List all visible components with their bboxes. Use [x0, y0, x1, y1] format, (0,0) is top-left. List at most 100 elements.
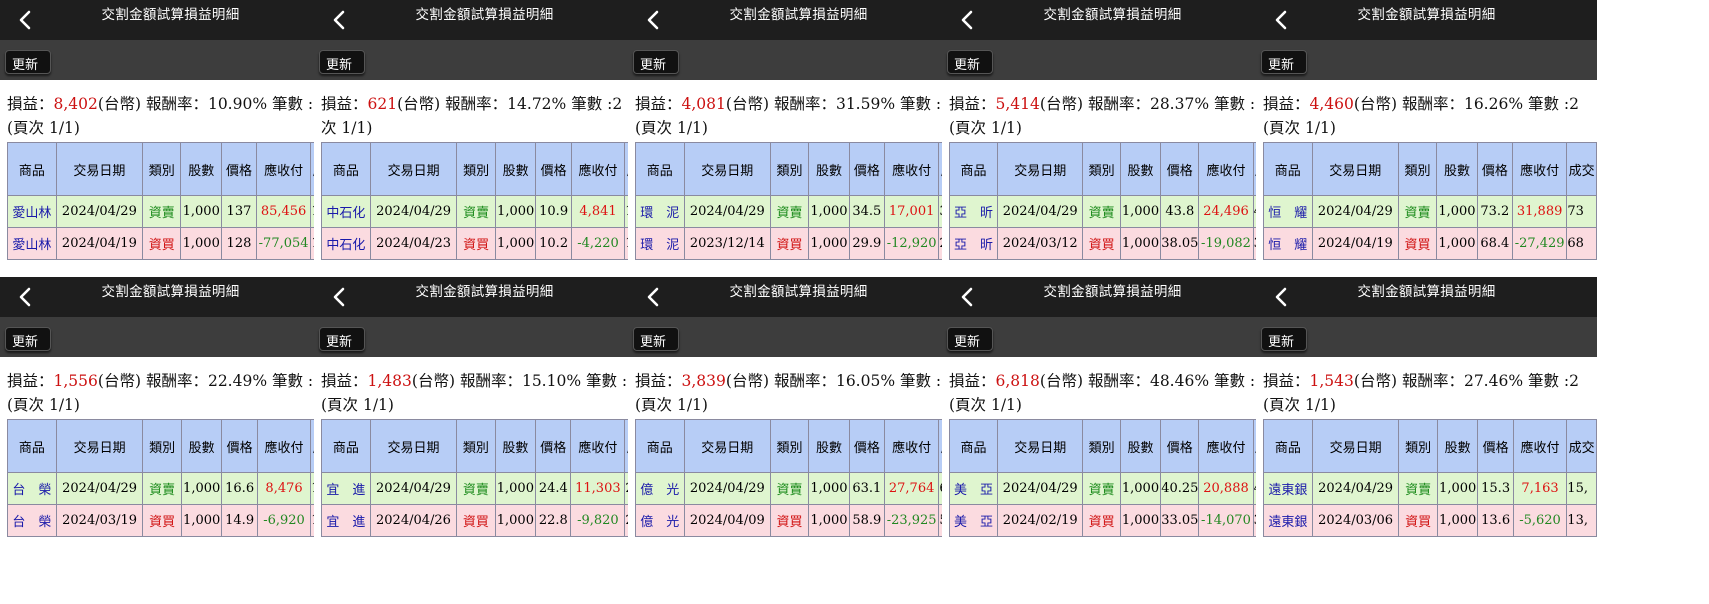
cell-type: 資賣: [456, 472, 496, 505]
column-header: 交易日期: [369, 142, 458, 196]
table-row[interactable]: 恒 耀 2024/04/29 資賣 1,000 73.2 31,889 73: [1263, 195, 1597, 228]
page-title: 交割金額試算損益明細: [1357, 7, 1496, 23]
cell-shares: 1,000: [1119, 227, 1162, 260]
cell-product[interactable]: 台 榮: [7, 504, 57, 537]
table-row[interactable]: 美 亞2024/04/29資賣1,00040.2520,88840: [949, 472, 1283, 505]
refresh-button[interactable]: 更新: [5, 327, 51, 351]
pnl-screen: 交割金額試算損益明細 更新 損益：4,081(台幣) 報酬率：31.59% 筆數…: [628, 0, 969, 300]
cell-type: 資賣: [1082, 472, 1121, 505]
table-row[interactable]: 中石化2024/04/23資買1,00010.2-4,22010.: [321, 227, 655, 260]
column-header: 類別: [456, 142, 496, 196]
table-row[interactable]: 恒 耀 2024/04/19 資買 1,000 68.4 -27,429 68: [1263, 227, 1597, 260]
cell-date: 2024/04/19: [55, 227, 144, 260]
refresh-button[interactable]: 更新: [633, 327, 679, 351]
refresh-button[interactable]: 更新: [319, 50, 365, 74]
column-header: 交易日期: [683, 142, 771, 196]
page-indicator: (頁次 1/1): [635, 396, 708, 414]
cell-type: 資買: [142, 227, 182, 260]
title-bar: 交割金額試算損益明細: [0, 277, 341, 317]
cell-amount: 85,456: [255, 195, 312, 228]
refresh-button[interactable]: 更新: [947, 50, 993, 74]
cell-date: 2024/04/29: [1311, 472, 1400, 505]
refresh-button[interactable]: 更新: [633, 50, 679, 74]
table-row[interactable]: 亞 昕2024/04/29資賣1,00043.824,49643: [949, 195, 1283, 228]
cell-product[interactable]: 遠東銀: [1263, 504, 1313, 537]
cell-product[interactable]: 遠東銀: [1263, 472, 1313, 505]
cell-date: 2024/04/29: [369, 472, 458, 505]
table-row[interactable]: 遠東銀 2024/04/29 資賣 1,000 15.3 7,163 15,: [1263, 472, 1597, 505]
refresh-button[interactable]: 更新: [947, 327, 993, 351]
refresh-button[interactable]: 更新: [319, 327, 365, 351]
toolbar: 更新: [1256, 317, 1597, 357]
table-row[interactable]: 台 榮2024/03/19資買1,00014.9-6,92014,: [7, 504, 341, 537]
cell-product[interactable]: 恒 耀: [1263, 227, 1313, 260]
cell-product[interactable]: 宜 進: [321, 504, 371, 537]
table-row[interactable]: 中石化2024/04/29資賣1,00010.94,84110,: [321, 195, 655, 228]
column-header: 價格: [848, 142, 885, 196]
table-header-row: 商品 交易日期 類別 股數 價格 應收付 成交: [635, 142, 969, 196]
column-header: 應收付: [883, 419, 940, 473]
table-row[interactable]: 愛山林2024/04/29資賣1,00013785,45613: [7, 195, 341, 228]
column-header: 商品: [321, 142, 371, 196]
table-row[interactable]: 環 泥2024/04/29資賣1,00034.517,00134: [635, 195, 969, 228]
cell-shares: 1,000: [180, 472, 223, 505]
cell-product[interactable]: 中石化: [321, 227, 371, 260]
cell-product[interactable]: 宜 進: [321, 472, 371, 505]
page-title: 交割金額試算損益明細: [101, 284, 240, 300]
cell-amount: -4,220: [570, 227, 626, 260]
rate-label: 報酬率：: [1401, 95, 1464, 113]
cell-shares: 1,000: [494, 472, 537, 505]
cell-price: 24.4: [535, 472, 572, 505]
title-bar: 交割金額試算損益明細: [628, 0, 969, 40]
cell-product[interactable]: 恒 耀: [1263, 195, 1313, 228]
column-header: 價格: [1476, 142, 1513, 196]
count-label: 筆數 :: [586, 372, 628, 390]
pnl-value: 1,543: [1309, 372, 1354, 390]
table-row[interactable]: 環 泥2023/12/14資買1,00029.9-12,92029: [635, 227, 969, 260]
cell-product[interactable]: 美 亞: [949, 504, 998, 537]
table-row[interactable]: 亞 昕2024/03/12資買1,00038.05-19,08238: [949, 227, 1283, 260]
column-header: 應收付: [1198, 419, 1254, 473]
column-header: 交易日期: [1311, 419, 1400, 473]
refresh-button[interactable]: 更新: [1261, 327, 1307, 351]
cell-date: 2024/04/26: [369, 504, 458, 537]
cell-product[interactable]: 愛山林: [7, 227, 57, 260]
cell-product[interactable]: 環 泥: [635, 227, 685, 260]
cell-product[interactable]: 台 榮: [7, 472, 57, 505]
toolbar: 更新: [1256, 40, 1597, 80]
cell-product[interactable]: 億 光: [635, 504, 685, 537]
cell-product[interactable]: 億 光: [635, 472, 685, 505]
table-row[interactable]: 宜 進2024/04/29資賣1,00024.411,30324,: [321, 472, 655, 505]
cell-amount: 24,496: [1198, 195, 1254, 228]
column-header: 價格: [1160, 142, 1200, 196]
cell-product[interactable]: 亞 昕: [949, 195, 998, 228]
cell-product[interactable]: 美 亞: [949, 472, 998, 505]
pnl-summary: 損益：1,483(台幣) 報酬率：15.10% 筆數 :2 (頁次 1/1): [321, 369, 655, 417]
table-row[interactable]: 遠東銀 2024/03/06 資買 1,000 13.6 -5,620 13,: [1263, 504, 1597, 537]
cell-trade: 68: [1566, 227, 1597, 260]
pnl-summary: 損益：1,556(台幣) 報酬率：22.49% 筆數 :2 (頁次 1/1): [7, 369, 341, 417]
cell-product[interactable]: 中石化: [321, 195, 371, 228]
cell-product[interactable]: 愛山林: [7, 195, 57, 228]
cell-shares: 1,000: [808, 227, 850, 260]
cell-product[interactable]: 亞 昕: [949, 227, 998, 260]
count-label: 筆數 :: [1214, 95, 1256, 113]
column-header: 應收付: [1512, 419, 1568, 473]
trade-table: 商品 交易日期 類別 股數 價格 應收付 成交 美 亞2024/04/29資賣1…: [949, 419, 1283, 537]
rate-label: 報酬率：: [145, 95, 208, 113]
table-row[interactable]: 愛山林2024/04/19資買1,000128-77,05412: [7, 227, 341, 260]
table-row[interactable]: 台 榮2024/04/29資賣1,00016.68,47616,: [7, 472, 341, 505]
count-value: 2: [612, 95, 623, 113]
refresh-button[interactable]: 更新: [5, 50, 51, 74]
table-header-row: 商品 交易日期 類別 股數 價格 應收付 成交: [321, 419, 655, 473]
table-row[interactable]: 億 光2024/04/29資賣1,00063.127,76463: [635, 472, 969, 505]
column-header: 應收付: [1511, 142, 1568, 196]
table-row[interactable]: 宜 進2024/04/26資買1,00022.8-9,82022,: [321, 504, 655, 537]
table-row[interactable]: 美 亞2024/02/19資買1,00033.05-14,07033: [949, 504, 1283, 537]
refresh-button[interactable]: 更新: [1261, 50, 1307, 74]
cell-product[interactable]: 環 泥: [635, 195, 685, 228]
cell-shares: 1,000: [1436, 227, 1478, 260]
table-row[interactable]: 億 光2024/04/09資買1,00058.9-23,92558: [635, 504, 969, 537]
count-label: 筆數 :: [1214, 372, 1256, 390]
page-title: 交割金額試算損益明細: [101, 7, 240, 23]
